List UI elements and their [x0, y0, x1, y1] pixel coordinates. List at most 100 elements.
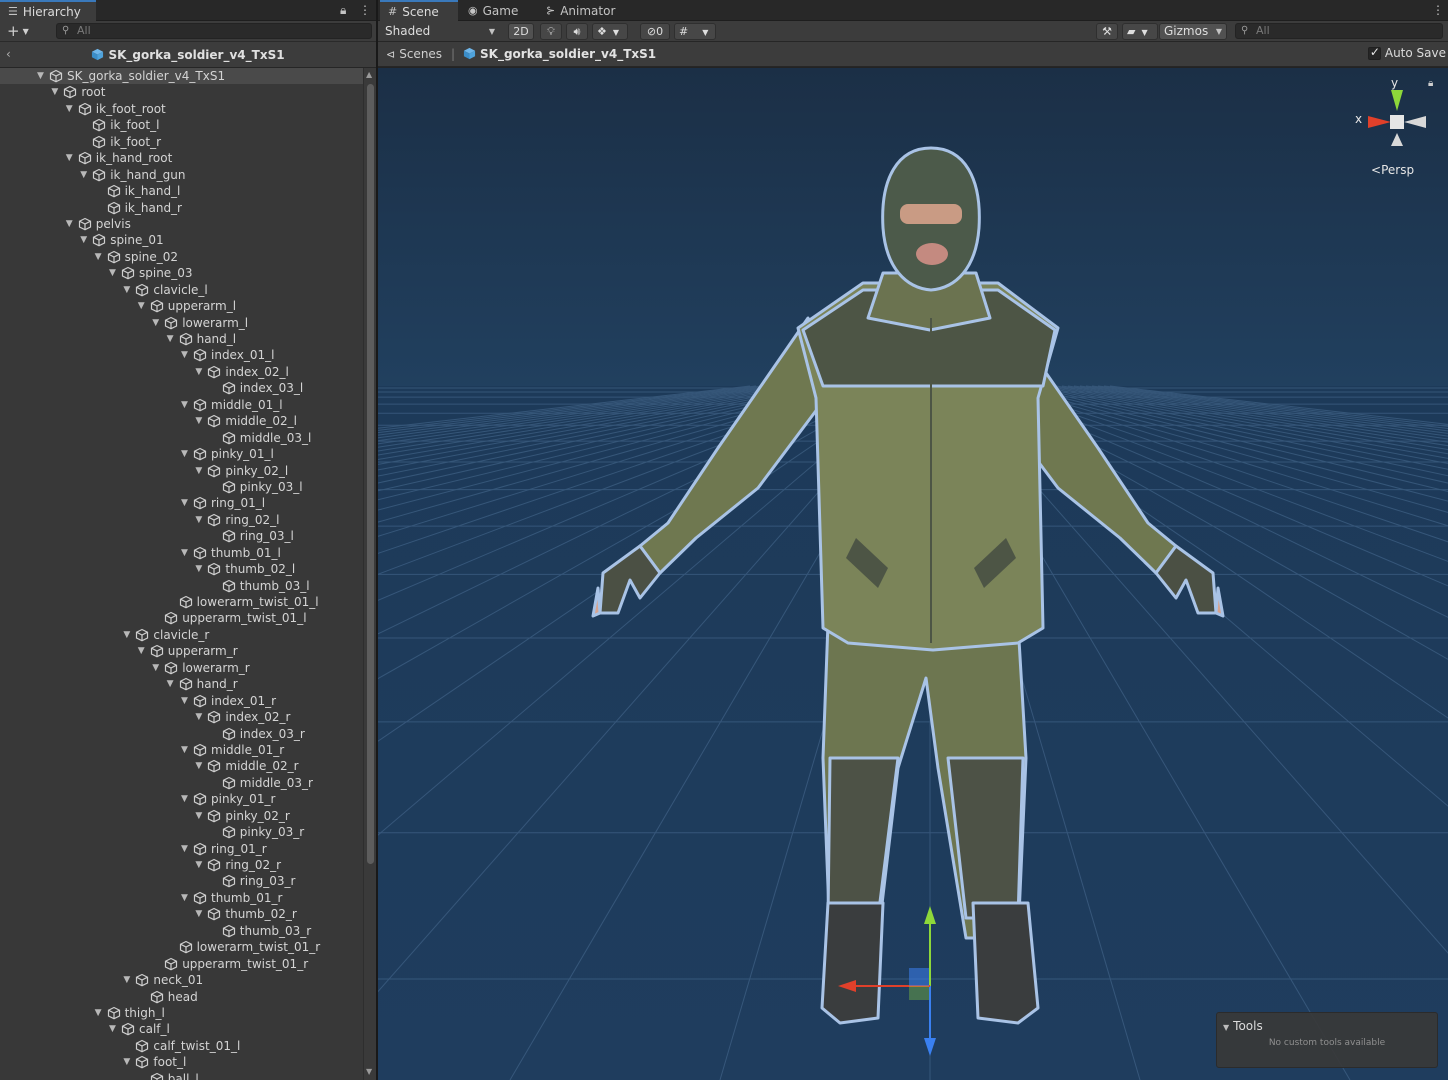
expand-arrow-icon[interactable]: ▼ [181, 446, 191, 462]
effects-toggle-button[interactable]: ❖ ▼ [592, 23, 628, 40]
expand-arrow-icon[interactable]: ▼ [37, 68, 47, 84]
expand-arrow-icon[interactable]: ▼ [195, 561, 205, 577]
tree-row[interactable]: ▼ ik_hand_gun [0, 167, 363, 183]
tree-row[interactable]: ▼ ring_02_r [0, 857, 363, 873]
expand-arrow-icon[interactable]: ▼ [109, 265, 119, 281]
tree-row[interactable]: ▼ spine_01 [0, 232, 363, 248]
projection-toggle[interactable]: <Persp [1371, 163, 1414, 177]
scene-more-menu-icon[interactable]: ⋮ [1432, 3, 1444, 17]
expand-arrow-icon[interactable]: ▼ [195, 709, 205, 725]
tree-row[interactable]: ▼ clavicle_r [0, 627, 363, 643]
expand-arrow-icon[interactable]: ▼ [195, 413, 205, 429]
tree-row[interactable]: ▼ ring_02_l [0, 512, 363, 528]
tree-row[interactable]: pinky_03_l [0, 479, 363, 495]
tree-row[interactable]: ▼ index_01_l [0, 347, 363, 363]
tree-row[interactable]: ik_foot_r [0, 134, 363, 150]
expand-arrow-icon[interactable]: ▼ [138, 643, 148, 659]
expand-arrow-icon[interactable]: ▼ [195, 463, 205, 479]
z-arrow-icon[interactable] [924, 1038, 936, 1056]
scene-search-input[interactable]: ⚲ All [1235, 23, 1443, 39]
tree-row[interactable]: upperarm_twist_01_l [0, 610, 363, 626]
expand-arrow-icon[interactable]: ▼ [181, 890, 191, 906]
tree-row[interactable]: ▼ middle_01_r [0, 742, 363, 758]
tree-row[interactable]: calf_twist_01_l [0, 1038, 363, 1054]
tree-row[interactable]: index_03_r [0, 726, 363, 742]
tree-row[interactable]: ▼ pinky_02_r [0, 808, 363, 824]
expand-arrow-icon[interactable]: ▼ [181, 742, 191, 758]
expand-arrow-icon[interactable]: ▼ [195, 758, 205, 774]
expand-arrow-icon[interactable]: ▼ [123, 627, 133, 643]
expand-arrow-icon[interactable]: ▼ [123, 282, 133, 298]
tree-row[interactable]: middle_03_l [0, 430, 363, 446]
tree-row[interactable]: ▼ root [0, 84, 363, 100]
camera-settings-button[interactable]: ▰ ▼ [1122, 23, 1158, 40]
expand-arrow-icon[interactable]: ▼ [80, 232, 90, 248]
tab-scene[interactable]: # Scene [380, 0, 458, 21]
tools-overlay-header[interactable]: ▼ Tools [1223, 1019, 1263, 1033]
tree-row[interactable]: ▼ foot_l [0, 1054, 363, 1070]
tree-row[interactable]: ik_hand_l [0, 183, 363, 199]
tree-row[interactable]: ▼ pelvis [0, 216, 363, 232]
tree-row[interactable]: ring_03_r [0, 873, 363, 889]
center-cube-icon[interactable] [1390, 115, 1404, 129]
tools-toggle-button[interactable]: ⚒ [1096, 23, 1118, 40]
tab-animator[interactable]: ⊱ Animator [538, 0, 628, 21]
breadcrumb-prefab[interactable]: SK_gorka_soldier_v4_TxS1 [463, 47, 656, 61]
hierarchy-search-input[interactable]: ⚲ All [56, 23, 372, 39]
scroll-up-icon[interactable]: ▲ [366, 70, 372, 79]
transform-gizmo[interactable] [378, 68, 1448, 1080]
expand-arrow-icon[interactable]: ▼ [109, 1021, 119, 1037]
auto-save-toggle[interactable]: Auto Save [1367, 45, 1446, 60]
tree-row[interactable]: ▼ pinky_01_r [0, 791, 363, 807]
hidden-objects-button[interactable]: ⊘0 [640, 23, 670, 40]
z-cone-icon[interactable] [1391, 133, 1403, 146]
expand-arrow-icon[interactable]: ▼ [195, 512, 205, 528]
scrollbar-thumb[interactable] [367, 84, 374, 864]
add-button[interactable]: + ▼ [7, 22, 29, 40]
hierarchy-scrollbar[interactable]: ▲ ▼ [363, 68, 376, 1080]
expand-arrow-icon[interactable]: ▼ [152, 660, 162, 676]
expand-arrow-icon[interactable]: ▼ [195, 364, 205, 380]
neg-x-cone-icon[interactable] [1404, 116, 1426, 128]
lighting-toggle-button[interactable]: 💡︎ [540, 23, 562, 40]
y-arrow-icon[interactable] [924, 906, 936, 924]
tree-row[interactable]: lowerarm_twist_01_l [0, 594, 363, 610]
tree-row[interactable]: ik_hand_r [0, 200, 363, 216]
tree-row[interactable]: ▼ ring_01_r [0, 841, 363, 857]
more-menu-icon[interactable]: ⋮ [359, 3, 371, 17]
expand-arrow-icon[interactable]: ▼ [152, 315, 162, 331]
tree-row[interactable]: head [0, 989, 363, 1005]
expand-arrow-icon[interactable]: ▼ [80, 167, 90, 183]
tree-row[interactable]: ▼ calf_l [0, 1021, 363, 1037]
expand-arrow-icon[interactable]: ▼ [123, 1054, 133, 1070]
expand-arrow-icon[interactable]: ▼ [138, 298, 148, 314]
tab-game[interactable]: ◉ Game [460, 0, 536, 21]
x-arrow-icon[interactable] [838, 980, 856, 992]
tree-row[interactable]: ▼ thumb_01_l [0, 545, 363, 561]
tree-row[interactable]: lowerarm_twist_01_r [0, 939, 363, 955]
tree-row[interactable]: ▼ thumb_01_r [0, 890, 363, 906]
lock-icon[interactable]: 🔒︎ [340, 3, 346, 18]
tab-hierarchy[interactable]: ☰ Hierarchy [0, 0, 96, 21]
tree-row[interactable]: ring_03_l [0, 528, 363, 544]
tools-overlay[interactable]: ▼ Tools No custom tools available [1216, 1012, 1438, 1068]
tree-row[interactable]: ▼ upperarm_r [0, 643, 363, 659]
grid-toggle-button[interactable]: # ▼ [674, 23, 716, 40]
tree-row[interactable]: upperarm_twist_01_r [0, 956, 363, 972]
tree-row[interactable]: ▼ thumb_02_r [0, 906, 363, 922]
back-arrow-icon[interactable]: ‹ [6, 47, 11, 61]
tree-row[interactable]: ▼ ik_foot_root [0, 101, 363, 117]
tree-row[interactable]: ▼ hand_r [0, 676, 363, 692]
tree-row[interactable]: ▼ spine_02 [0, 249, 363, 265]
gizmos-dropdown[interactable]: Gizmos ▼ [1159, 23, 1227, 40]
expand-arrow-icon[interactable]: ▼ [181, 545, 191, 561]
expand-arrow-icon[interactable]: ▼ [167, 331, 177, 347]
audio-toggle-button[interactable]: 🔊︎ [566, 23, 588, 40]
tree-row[interactable]: ▼ index_02_l [0, 364, 363, 380]
expand-arrow-icon[interactable]: ▼ [195, 857, 205, 873]
expand-arrow-icon[interactable]: ▼ [181, 397, 191, 413]
tree-row[interactable]: ▼ lowerarm_r [0, 660, 363, 676]
tree-row[interactable]: ▼ pinky_01_l [0, 446, 363, 462]
breadcrumb-scenes[interactable]: ⊲ Scenes [386, 47, 442, 61]
tree-row[interactable]: ball_l [0, 1071, 363, 1080]
